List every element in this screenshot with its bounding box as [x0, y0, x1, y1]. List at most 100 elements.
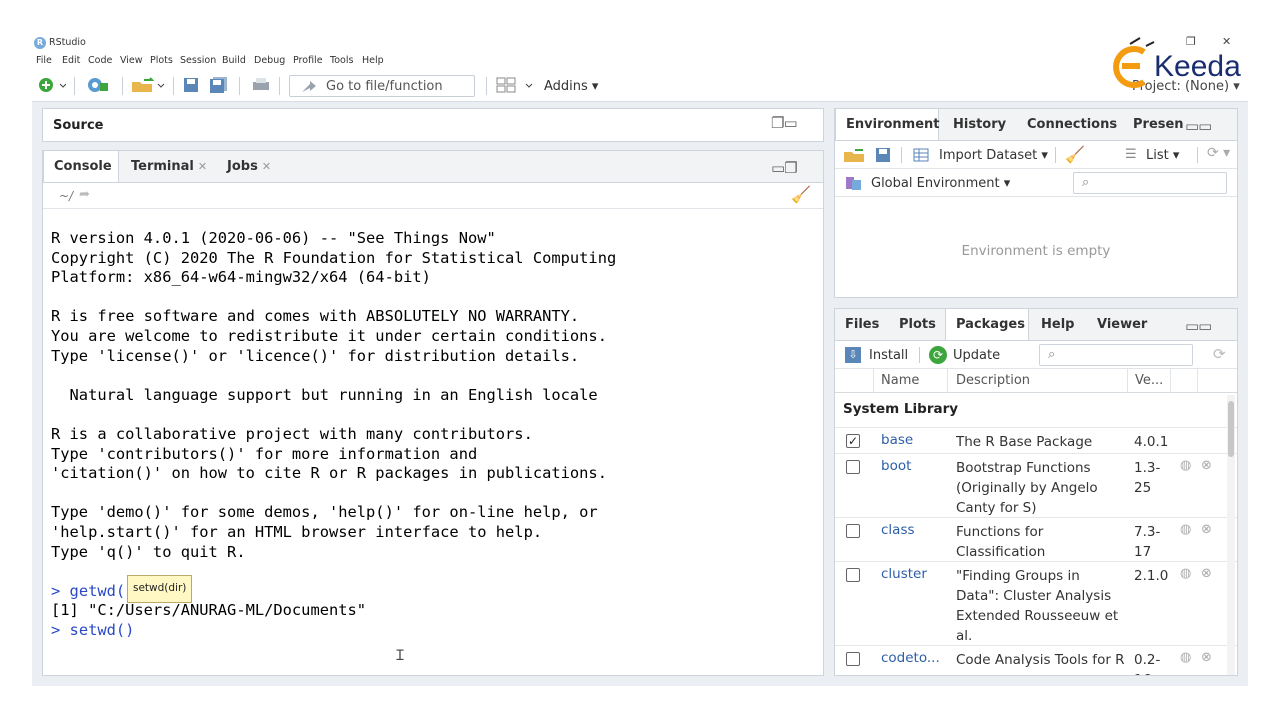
- refresh-icon[interactable]: ⟳ ▾: [1207, 145, 1230, 161]
- import-dataset-menu[interactable]: Import Dataset ▾: [939, 148, 1048, 163]
- close-window-icon[interactable]: ✕: [1222, 35, 1231, 48]
- package-website-icon[interactable]: ◍: [1180, 566, 1191, 581]
- table-row: ✓ base The R Base Package 4.0.1: [835, 427, 1237, 453]
- package-version: 7.3-17: [1134, 524, 1161, 560]
- save-workspace-icon[interactable]: [875, 147, 891, 163]
- console-tabbar: Console Terminal ✕ Jobs ✕ ▭❐: [43, 151, 823, 183]
- packages-pane: Files Plots Packages Help Viewer ▭▭ ⇩ In…: [834, 308, 1238, 676]
- packages-table-header: Name Description Ve...: [835, 369, 1237, 393]
- pane-maximize-icon[interactable]: ❐▭: [771, 114, 798, 132]
- scrollbar-thumb[interactable]: [1228, 401, 1234, 457]
- package-description: Code Analysis Tools for R: [956, 652, 1125, 668]
- remove-package-icon[interactable]: ⊗: [1201, 522, 1212, 537]
- tab-environment[interactable]: Environment: [835, 109, 940, 140]
- tab-terminal[interactable]: Terminal ✕: [121, 151, 215, 182]
- tab-history[interactable]: History: [943, 109, 1013, 140]
- goto-file-function-input[interactable]: Go to file/function: [289, 75, 475, 97]
- package-name-link[interactable]: codeto...: [881, 650, 940, 666]
- menu-view[interactable]: View: [120, 55, 143, 66]
- close-tab-icon: ✕: [261, 160, 272, 173]
- menu-plots[interactable]: Plots: [150, 55, 173, 66]
- import-dataset-icon[interactable]: [913, 148, 935, 162]
- package-loaded-checkbox[interactable]: [846, 652, 860, 666]
- refresh-icon[interactable]: ⟳: [1213, 345, 1226, 363]
- new-file-icon[interactable]: [38, 77, 66, 93]
- menu-profile[interactable]: Profile: [293, 55, 323, 66]
- tab-console[interactable]: Console: [43, 151, 119, 182]
- restore-window-icon[interactable]: ❐: [1186, 35, 1196, 48]
- load-workspace-icon[interactable]: [843, 147, 867, 163]
- pane-minimize-icon[interactable]: ▭❐: [771, 159, 798, 177]
- working-directory-path: ~/: [59, 189, 74, 203]
- table-row: boot Bootstrap Functions (Originally by …: [835, 453, 1237, 517]
- remove-package-icon[interactable]: ⊗: [1201, 458, 1212, 473]
- package-website-icon[interactable]: ◍: [1180, 522, 1191, 537]
- workspace-panes-icon[interactable]: [496, 77, 536, 93]
- goto-dir-arrow-icon[interactable]: ➦: [79, 187, 90, 202]
- open-file-icon[interactable]: [130, 77, 166, 93]
- column-header-version[interactable]: Ve...: [1135, 373, 1163, 388]
- menu-tools[interactable]: Tools: [330, 55, 353, 66]
- menu-edit[interactable]: Edit: [62, 55, 80, 66]
- menu-debug[interactable]: Debug: [254, 55, 285, 66]
- tab-jobs[interactable]: Jobs ✕: [217, 151, 291, 182]
- source-pane-title: Source: [53, 118, 104, 133]
- package-name-link[interactable]: base: [881, 432, 913, 448]
- console-line: R is free software and comes with ABSOLU…: [51, 307, 580, 326]
- tab-presentation[interactable]: Presen: [1123, 109, 1183, 140]
- menu-bar: File Edit Code View Plots Session Build …: [32, 52, 1248, 68]
- tab-help[interactable]: Help: [1031, 309, 1083, 340]
- menu-session[interactable]: Session: [180, 55, 216, 66]
- package-loaded-checkbox[interactable]: [846, 524, 860, 538]
- environment-search-input[interactable]: ⌕: [1073, 172, 1227, 194]
- packages-toolbar: ⇩ Install ⟳ Update ⌕ ⟳: [835, 341, 1237, 369]
- remove-package-icon[interactable]: ⊗: [1201, 566, 1212, 581]
- column-header-name[interactable]: Name: [881, 373, 919, 388]
- goto-arrow-icon: [302, 81, 316, 92]
- save-icon[interactable]: [182, 77, 200, 93]
- menu-file[interactable]: File: [36, 55, 52, 66]
- update-packages-button[interactable]: Update: [953, 348, 1000, 363]
- package-name-link[interactable]: class: [881, 522, 915, 538]
- menu-help[interactable]: Help: [362, 55, 384, 66]
- list-view-icon: ☰: [1125, 147, 1137, 162]
- package-loaded-checkbox[interactable]: [846, 460, 860, 474]
- remove-package-icon[interactable]: ⊗: [1201, 650, 1212, 665]
- install-packages-button[interactable]: Install: [869, 348, 908, 363]
- addins-menu[interactable]: Addins ▾: [544, 79, 598, 94]
- print-icon[interactable]: [250, 77, 272, 93]
- tab-viewer[interactable]: Viewer: [1087, 309, 1153, 340]
- environment-scope-select[interactable]: Global Environment ▾: [871, 176, 1010, 191]
- table-row: cluster "Finding Groups in Data": Cluste…: [835, 561, 1237, 645]
- package-loaded-checkbox[interactable]: ✓: [846, 434, 860, 448]
- packages-scrollbar[interactable]: [1227, 395, 1235, 675]
- view-mode-select[interactable]: List ▾: [1146, 148, 1179, 163]
- menu-code[interactable]: Code: [88, 55, 112, 66]
- column-header-description[interactable]: Description: [956, 373, 1030, 388]
- pane-maximize-icon[interactable]: ▭▭: [1185, 117, 1212, 135]
- package-description: Bootstrap Functions (Originally by Angel…: [956, 460, 1098, 516]
- package-version: 0.2-16: [1134, 652, 1161, 675]
- package-name-link[interactable]: boot: [881, 458, 911, 474]
- console-input-line[interactable]: > setwd(): [51, 621, 134, 641]
- menu-build[interactable]: Build: [222, 55, 246, 66]
- clear-console-broom-icon[interactable]: 🧹: [791, 185, 811, 204]
- rstudio-logo-icon: R: [34, 37, 46, 49]
- package-loaded-checkbox[interactable]: [846, 568, 860, 582]
- package-website-icon[interactable]: ◍: [1180, 650, 1191, 665]
- clear-objects-broom-icon[interactable]: 🧹: [1065, 145, 1085, 164]
- console-output[interactable]: R version 4.0.1 (2020-06-06) -- "See Thi…: [51, 229, 616, 640]
- tab-connections[interactable]: Connections: [1017, 109, 1121, 140]
- packages-search-input[interactable]: ⌕: [1039, 344, 1193, 366]
- close-tab-icon: ✕: [197, 160, 208, 173]
- package-website-icon[interactable]: ◍: [1180, 458, 1191, 473]
- new-project-icon[interactable]: [86, 77, 114, 93]
- console-line: Copyright (C) 2020 The R Foundation for …: [51, 248, 617, 267]
- console-current-input: setwd(): [69, 621, 135, 639]
- tab-files[interactable]: Files: [835, 309, 879, 340]
- tab-packages[interactable]: Packages: [945, 309, 1029, 340]
- pane-maximize-icon[interactable]: ▭▭: [1185, 317, 1212, 335]
- package-name-link[interactable]: cluster: [881, 566, 927, 582]
- save-all-icon[interactable]: [208, 77, 230, 93]
- tab-plots[interactable]: Plots: [889, 309, 943, 340]
